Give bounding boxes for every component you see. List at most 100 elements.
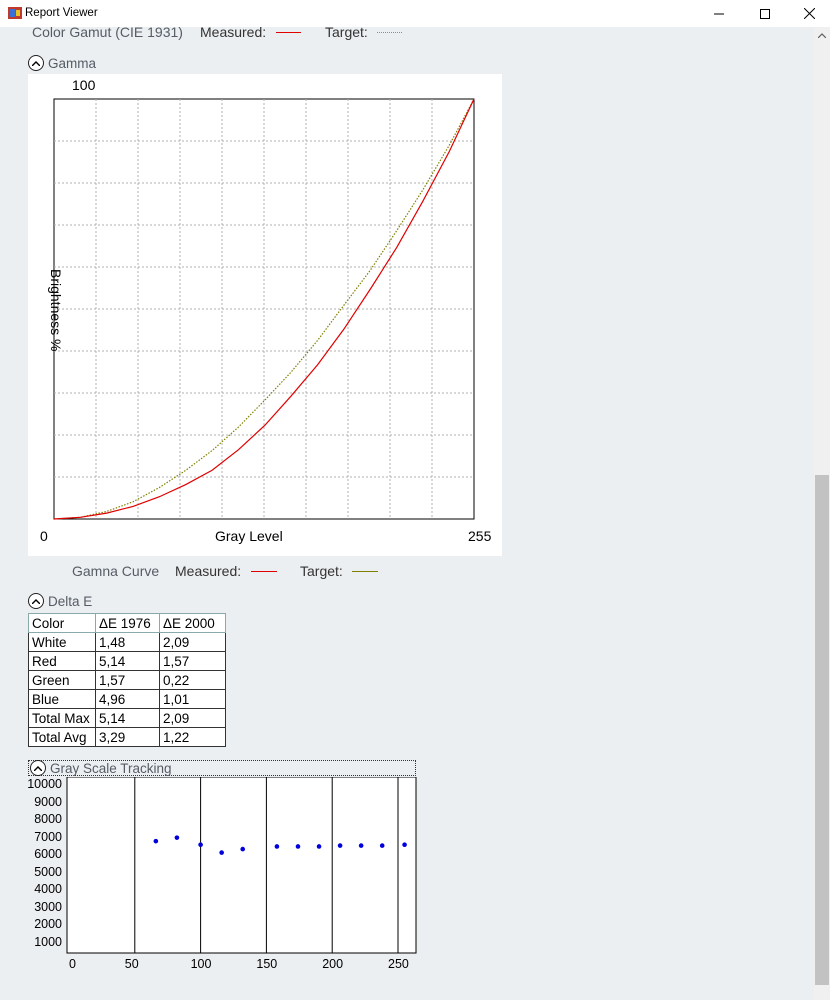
minimize-button[interactable] <box>696 0 742 27</box>
y-tick-label: 8000 <box>34 812 62 827</box>
x-tick-label: 250 <box>388 957 409 971</box>
table-row: White 1,48 2,09 <box>28 632 226 652</box>
column-header-color: Color <box>28 613 96 633</box>
collapse-toggle[interactable] <box>28 593 44 609</box>
table-cell: 1,57 <box>95 670 160 690</box>
y-tick-label: 1000 <box>34 935 62 949</box>
y-tick-label: 7000 <box>34 829 62 844</box>
table-cell: Blue <box>28 689 96 709</box>
chevron-up-icon <box>32 598 40 604</box>
table-header-row: Color ΔE 1976 ΔE 2000 <box>28 613 226 633</box>
table-cell: 2,09 <box>159 632 226 652</box>
table-cell: 1,22 <box>159 727 226 747</box>
gray-scale-point <box>316 844 322 849</box>
delta-e-table: Color ΔE 1976 ΔE 2000 White 1,48 2,09 Red 5… <box>28 613 226 747</box>
table-cell: 5,14 <box>95 708 160 728</box>
report-content: Color Gamut (CIE 1931) Measured: Target:… <box>0 27 814 1000</box>
table-row: Green 1,57 0,22 <box>28 670 226 690</box>
table-cell: 1,48 <box>95 632 160 652</box>
close-button[interactable] <box>786 0 830 27</box>
table-row: Red 5,14 1,57 <box>28 651 226 671</box>
gamma-chart <box>53 98 475 520</box>
table-cell: Total Avg <box>28 727 96 747</box>
y-tick-label: 2000 <box>34 917 62 932</box>
collapse-toggle[interactable] <box>28 55 44 71</box>
table-cell: 4,96 <box>95 689 160 709</box>
column-header-de1976: ΔE 1976 <box>95 613 160 633</box>
gray-scale-point <box>274 844 280 849</box>
x-tick-label: 150 <box>256 957 278 971</box>
table-cell: 2,09 <box>159 708 226 728</box>
table-cell: 3,29 <box>95 727 160 747</box>
gray-scale-point <box>337 843 343 848</box>
gray-scale-point <box>198 842 203 847</box>
x-tick-label: 50 <box>124 957 139 971</box>
y-tick-label: 9000 <box>34 794 62 809</box>
gamma-target-swatch <box>352 571 378 572</box>
table-cell: 1,57 <box>159 651 226 671</box>
gray-scale-plot-area <box>66 777 417 954</box>
gray-scale-chart <box>66 777 417 954</box>
gray-scale-chart-panel: 10000 9000 8000 7000 6000 5000 4000 3000… <box>27 777 418 1000</box>
color-gamut-target-swatch <box>377 32 402 33</box>
maximize-button[interactable] <box>742 0 788 27</box>
collapse-toggle[interactable] <box>30 760 46 776</box>
gamma-target-label: Target: <box>300 563 343 579</box>
color-gamut-title: Color Gamut (CIE 1931) <box>32 27 183 40</box>
y-tick-label: 6000 <box>34 847 62 862</box>
gray-scale-section-header[interactable]: Gray Scale Tracking <box>28 760 416 776</box>
title-bar: Report Viewer <box>0 0 830 27</box>
table-cell: 1,01 <box>159 689 226 709</box>
gray-scale-point <box>379 843 385 848</box>
window-title: Report Viewer <box>25 7 98 19</box>
delta-e-section-header[interactable]: Delta E <box>28 593 92 609</box>
report-viewer-app-icon <box>8 7 22 19</box>
y-tick-label: 4000 <box>34 882 62 897</box>
y-tick-label: 10000 <box>27 777 62 791</box>
color-gamut-measured-label: Measured: <box>200 27 267 40</box>
table-row: Blue 4,96 1,01 <box>28 689 226 709</box>
gamma-y-axis-label: Brightness % <box>48 269 64 352</box>
chevron-up-icon <box>34 765 42 771</box>
color-gamut-target-label: Target: <box>325 27 368 40</box>
table-row: Total Avg 3,29 1,22 <box>28 727 226 747</box>
table-cell: Red <box>28 651 96 671</box>
minimize-icon <box>714 13 724 14</box>
chevron-up-icon <box>32 60 40 66</box>
gamma-x-min-label: 0 <box>40 528 48 544</box>
table-row: Total Max 5,14 2,09 <box>28 708 226 728</box>
gamma-section-header[interactable]: Gamma <box>28 55 96 71</box>
gray-scale-point <box>240 846 246 852</box>
gray-scale-point <box>358 843 364 848</box>
gamma-x-axis-label: Gray Level <box>215 528 283 544</box>
close-icon <box>803 8 815 19</box>
gray-scale-header-content: Gray Scale Tracking <box>30 760 172 776</box>
table-cell: Total Max <box>28 708 96 728</box>
delta-e-section-label: Delta E <box>48 593 93 609</box>
gray-scale-point <box>219 850 224 855</box>
color-gamut-legend: Color Gamut (CIE 1931) Measured: Target: <box>32 27 452 42</box>
gamma-x-max-label: 255 <box>468 528 492 544</box>
gamma-measured-swatch <box>251 571 277 572</box>
x-tick-label: 0 <box>69 957 76 971</box>
scroll-thumb[interactable] <box>815 475 829 985</box>
gray-scale-section-label: Gray Scale Tracking <box>50 760 172 776</box>
chevron-up-icon <box>818 33 826 38</box>
maximize-icon <box>760 8 770 19</box>
x-tick-label: 200 <box>322 957 344 971</box>
y-tick-label: 5000 <box>34 864 62 879</box>
vertical-scrollbar[interactable] <box>814 27 830 1000</box>
gamma-legend: Gamna Curve Measured: Target: <box>72 563 392 581</box>
color-gamut-measured-swatch <box>276 32 301 33</box>
gray-scale-point <box>402 842 407 847</box>
table-cell: 5,14 <box>95 651 160 671</box>
table-cell: White <box>28 632 96 652</box>
scroll-up-button[interactable] <box>814 27 830 44</box>
table-cell: Green <box>28 670 96 690</box>
x-tick-label: 100 <box>190 957 212 971</box>
gray-scale-point <box>174 835 180 840</box>
gamma-measured-label: Measured: <box>175 563 242 579</box>
gamma-section-label: Gamma <box>48 55 97 71</box>
table-cell: 0,22 <box>159 670 226 690</box>
gamma-chart-panel: 100 Brightness % 0 Gray Level 255 <box>28 74 502 556</box>
